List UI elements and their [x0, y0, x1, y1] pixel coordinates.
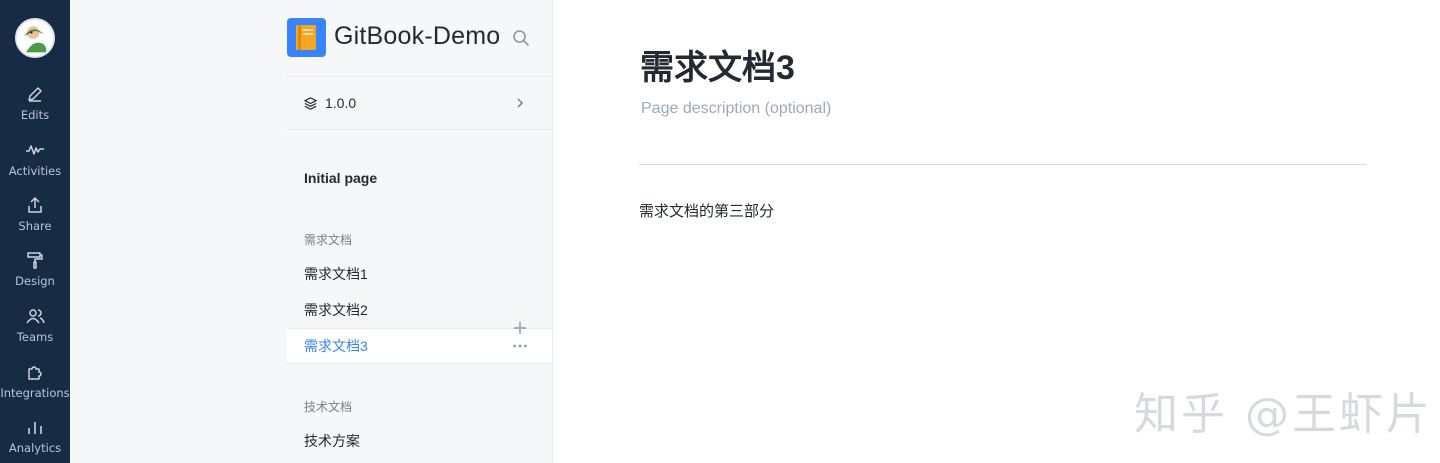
avatar-image	[24, 26, 47, 53]
space-logo[interactable]	[287, 18, 326, 57]
watermark-text: 知乎 @王虾片	[1134, 389, 1433, 440]
space-header: GitBook-Demo	[287, 0, 552, 77]
search-button[interactable]	[511, 28, 531, 48]
section-title-technical: 技术文档	[304, 400, 353, 414]
rail-edits[interactable]: Edits	[0, 84, 70, 132]
rail-analytics[interactable]: Analytics	[0, 417, 70, 463]
sidebar: GitBook-Demo 1.0.0 Initial page 需求文档 需求文…	[287, 0, 553, 463]
puzzle-icon	[28, 366, 42, 380]
bar-chart-icon	[28, 422, 42, 434]
nav-page-technical-plan[interactable]: 技术方案	[287, 423, 552, 459]
share-icon	[28, 197, 42, 213]
page-description-field[interactable]: Page description (optional)	[641, 100, 831, 118]
more-options-icon[interactable]	[511, 337, 529, 355]
layers-icon	[304, 97, 317, 110]
rail-design[interactable]: Design	[0, 250, 70, 298]
rail-share[interactable]: Share	[0, 195, 70, 243]
chevron-right-icon	[517, 98, 524, 108]
nav-initial-page[interactable]: Initial page	[287, 160, 552, 196]
activity-icon	[26, 145, 44, 155]
pencil-icon	[28, 87, 42, 102]
book-icon	[296, 25, 316, 50]
rail-edits-label: Edits	[20, 108, 50, 122]
sidebar-gutter	[70, 0, 288, 463]
rail-activities-label: Activities	[8, 164, 62, 178]
section-title-requirements: 需求文档	[304, 233, 353, 247]
rail-share-label: Share	[18, 219, 52, 233]
rail-analytics-label: Analytics	[8, 441, 62, 455]
paint-roller-icon	[27, 252, 43, 269]
rail-integrations[interactable]: Integrations	[0, 362, 70, 410]
search-icon	[513, 30, 530, 47]
nav-page-requirements-1[interactable]: 需求文档1	[287, 256, 552, 292]
rail-integrations-label: Integrations	[0, 386, 70, 400]
space-title[interactable]: GitBook-Demo	[334, 22, 500, 51]
users-icon	[26, 309, 45, 324]
version-selector[interactable]: 1.0.0	[287, 77, 552, 130]
user-avatar[interactable]	[15, 18, 55, 58]
rail-design-label: Design	[15, 274, 55, 288]
rail-teams-label: Teams	[16, 330, 54, 344]
rail-activities[interactable]: Activities	[0, 140, 70, 188]
title-divider	[639, 164, 1366, 165]
version-label: 1.0.0	[325, 95, 357, 111]
add-page-icon[interactable]	[511, 319, 529, 337]
app-rail: Edits Activities Share Design Teams Inte…	[0, 0, 70, 463]
nav-page-label: 需求文档3	[304, 338, 368, 354]
rail-teams[interactable]: Teams	[0, 306, 70, 354]
page-title[interactable]: 需求文档3	[640, 40, 795, 89]
page-body-text[interactable]: 需求文档的第三部分	[639, 200, 774, 221]
